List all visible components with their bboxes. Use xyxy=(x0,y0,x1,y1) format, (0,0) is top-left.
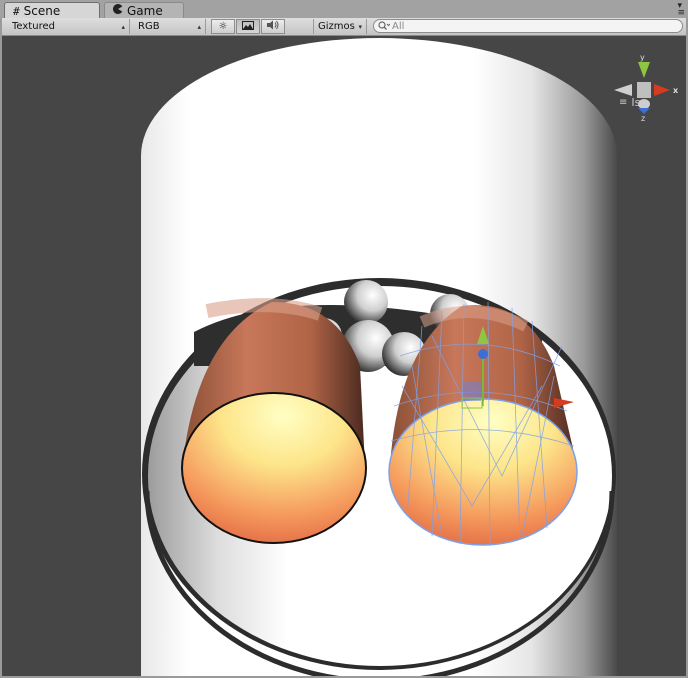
tab-game-label: Game xyxy=(127,3,163,18)
projection-label: Iso xyxy=(631,96,648,109)
window-frame-left xyxy=(0,18,2,678)
tab-scene-label: Scene xyxy=(23,4,61,18)
axis-label-z: z xyxy=(641,114,645,122)
image-icon xyxy=(242,20,254,33)
scene-toolbar: Textured ▴ RGB ▴ ☼ Gizmos ▾ xyxy=(0,18,688,36)
gizmos-dropdown[interactable]: Gizmos ▾ xyxy=(313,19,367,34)
x-axis-cone[interactable] xyxy=(654,84,670,96)
sun-icon: ☼ xyxy=(218,21,228,32)
gizmos-label: Gizmos xyxy=(318,21,355,32)
fx-toggle-button[interactable] xyxy=(236,19,260,34)
draw-mode-dropdown[interactable]: Textured ▴ xyxy=(8,19,130,34)
updown-arrow-icon: ▴ xyxy=(197,22,201,31)
search-icon xyxy=(378,20,391,33)
axis-label-y: y xyxy=(640,53,645,62)
audio-toggle-button[interactable] xyxy=(261,19,285,34)
scene-orientation-gizmo[interactable]: y x z xyxy=(612,50,684,123)
scene-search[interactable] xyxy=(373,19,683,33)
speaker-icon xyxy=(266,20,280,33)
menu-lines-icon: ≡ xyxy=(619,97,628,108)
search-input[interactable] xyxy=(390,20,672,32)
tab-game[interactable]: Game xyxy=(104,2,184,18)
editor-tab-bar: # Scene Game ▾ ≡ xyxy=(0,0,688,19)
updown-arrow-icon: ▴ xyxy=(121,22,125,31)
grid-icon: # xyxy=(13,4,20,18)
axis-label-x: x xyxy=(673,86,679,95)
render-mode-dropdown[interactable]: RGB ▴ xyxy=(134,19,206,34)
tab-options-menu-icon[interactable]: ▾ ≡ xyxy=(677,2,684,18)
render-mode-value: RGB xyxy=(138,21,160,32)
projection-toggle[interactable]: ≡ Iso xyxy=(619,96,647,109)
chevron-down-icon: ▾ xyxy=(358,22,362,31)
draw-mode-value: Textured xyxy=(12,21,55,32)
pacman-icon xyxy=(112,3,123,17)
y-axis-cone[interactable] xyxy=(638,62,650,78)
scene-viewport[interactable]: y x z xyxy=(2,36,686,676)
lighting-toggle-button[interactable]: ☼ xyxy=(211,19,235,34)
scene-render xyxy=(141,38,617,676)
tab-scene[interactable]: # Scene xyxy=(4,2,100,19)
neg-x-axis-cone[interactable] xyxy=(614,84,632,96)
